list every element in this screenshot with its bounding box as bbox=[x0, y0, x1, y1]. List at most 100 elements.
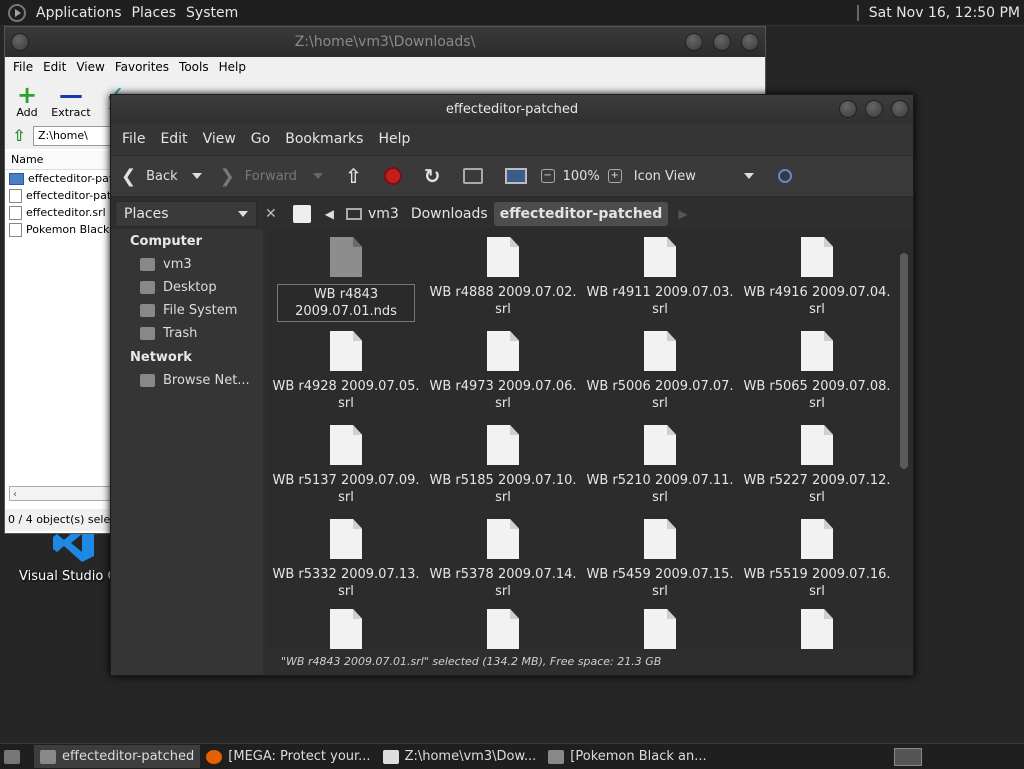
close-sidebar-icon[interactable]: ✕ bbox=[265, 206, 277, 222]
rename-field[interactable]: WB r4843 2009.07.01.nds bbox=[277, 284, 415, 322]
zip-menu-view[interactable]: View bbox=[76, 60, 104, 74]
zip-menu-edit[interactable]: Edit bbox=[43, 60, 66, 74]
reload-icon[interactable]: ↻ bbox=[424, 156, 441, 196]
taskbar-item-firefox[interactable]: [MEGA: Protect your... bbox=[200, 745, 376, 768]
drive-icon bbox=[140, 304, 155, 317]
file-item[interactable]: WB r5006 2009.07.07. srl bbox=[585, 331, 735, 412]
zip-horizontal-scrollbar[interactable]: ‹ bbox=[9, 486, 111, 501]
zoom-in-icon[interactable]: + bbox=[607, 169, 622, 183]
zoom-level[interactable]: 100% bbox=[563, 156, 600, 196]
zip-titlebar[interactable]: Z:\home\vm3\Downloads\ bbox=[5, 27, 765, 57]
file-item-renaming[interactable]: WB r4843 2009.07.01.nds bbox=[271, 237, 421, 322]
breadcrumb-current[interactable]: effecteditor-patched bbox=[493, 202, 669, 226]
zip-window-menu-button[interactable] bbox=[11, 33, 29, 51]
taskbar-item-7zip[interactable]: Z:\home\vm3\Dow... bbox=[377, 745, 543, 768]
up-button-icon[interactable]: ⇧ bbox=[345, 156, 362, 196]
file-item-partial[interactable] bbox=[585, 609, 735, 649]
file-item[interactable]: WB r5227 2009.07.12. srl bbox=[742, 425, 892, 506]
caja-menu-view[interactable]: View bbox=[203, 131, 236, 147]
search-icon[interactable] bbox=[777, 169, 792, 183]
caja-maximize-button[interactable] bbox=[865, 100, 883, 118]
zip-add-button[interactable]: + Add bbox=[5, 83, 49, 119]
edit-location-icon[interactable] bbox=[292, 205, 311, 223]
sidebar-type-select[interactable]: Places bbox=[115, 201, 257, 227]
forward-history-dropdown[interactable] bbox=[313, 173, 324, 179]
sidebar-item-browse-network[interactable]: Browse Net... bbox=[111, 369, 263, 392]
scrollbar-thumb[interactable] bbox=[900, 253, 908, 469]
zip-file-list[interactable]: Name effecteditor-patch effecteditor-pat… bbox=[5, 151, 111, 501]
up-arrow-icon[interactable]: ⇧ bbox=[9, 126, 29, 146]
file-item[interactable]: WB r5332 2009.07.13. srl bbox=[271, 519, 421, 600]
caja-menu-help[interactable]: Help bbox=[378, 131, 410, 147]
zip-menu-favorites[interactable]: Favorites bbox=[115, 60, 169, 74]
file-item[interactable]: WB r5137 2009.07.09. srl bbox=[271, 425, 421, 506]
caja-minimize-button[interactable] bbox=[839, 100, 857, 118]
home-folder-icon[interactable] bbox=[462, 168, 483, 184]
zip-menu-tools[interactable]: Tools bbox=[179, 60, 209, 74]
zip-close-button[interactable] bbox=[741, 33, 759, 51]
menu-logo-icon[interactable] bbox=[8, 3, 26, 22]
breadcrumb-downloads[interactable]: Downloads bbox=[405, 202, 494, 226]
back-button[interactable]: ❮ Back bbox=[121, 156, 178, 196]
workspace-switcher-icon[interactable] bbox=[894, 748, 922, 766]
sidebar-item-vm3[interactable]: vm3 bbox=[111, 253, 263, 276]
menu-places[interactable]: Places bbox=[132, 5, 177, 21]
show-desktop-icon[interactable] bbox=[4, 749, 20, 764]
file-item-partial[interactable] bbox=[271, 609, 421, 649]
file-item[interactable]: WB r4973 2009.07.06. srl bbox=[428, 331, 578, 412]
file-item[interactable]: WB r5185 2009.07.10. srl bbox=[428, 425, 578, 506]
stop-icon[interactable] bbox=[383, 167, 402, 185]
file-item[interactable]: WB r4888 2009.07.02. srl bbox=[428, 237, 578, 318]
menu-applications[interactable]: Applications bbox=[36, 5, 122, 21]
zip-minimize-button[interactable] bbox=[685, 33, 703, 51]
menu-system[interactable]: System bbox=[186, 5, 238, 21]
caja-menu-edit[interactable]: Edit bbox=[160, 131, 187, 147]
sidebar-item-trash[interactable]: Trash bbox=[111, 322, 263, 345]
vertical-scrollbar[interactable] bbox=[899, 239, 909, 647]
caja-menu-go[interactable]: Go bbox=[251, 131, 270, 147]
list-item[interactable]: Pokemon Black an bbox=[5, 221, 111, 238]
file-name-line: WB r5210 2009.07.11. bbox=[586, 473, 734, 488]
taskbar-item-caja[interactable]: effecteditor-patched bbox=[34, 745, 201, 768]
view-mode-label: Icon View bbox=[633, 168, 696, 184]
caja-menu-file[interactable]: File bbox=[122, 131, 145, 147]
caja-titlebar[interactable]: effecteditor-patched bbox=[111, 95, 913, 123]
file-item[interactable]: WB r5065 2009.07.08. srl bbox=[742, 331, 892, 412]
sidebar-item-file-system[interactable]: File System bbox=[111, 299, 263, 322]
breadcrumb-vm3[interactable]: vm3 bbox=[362, 202, 405, 226]
zip-maximize-button[interactable] bbox=[713, 33, 731, 51]
vscode-label[interactable]: Visual Studio Co bbox=[19, 569, 125, 584]
taskbar-item-pokemon[interactable]: [Pokemon Black an... bbox=[542, 745, 712, 768]
forward-button[interactable]: ❯ Forward bbox=[220, 156, 297, 196]
zip-menu-file[interactable]: File bbox=[13, 60, 33, 74]
breadcrumb-right-icon[interactable]: ▶ bbox=[678, 207, 687, 221]
file-manager-window[interactable]: effecteditor-patched File Edit View Go B… bbox=[110, 94, 914, 676]
zoom-out-icon[interactable]: − bbox=[540, 169, 555, 183]
caja-close-button[interactable] bbox=[891, 100, 909, 118]
list-item[interactable]: effecteditor-patch bbox=[5, 187, 111, 204]
scroll-left-icon[interactable]: ‹ bbox=[13, 489, 17, 500]
panel-clock[interactable]: Sat Nov 16, 12:50 PM bbox=[869, 5, 1020, 21]
zip-extract-button[interactable]: — Extract bbox=[49, 83, 93, 119]
list-item[interactable]: effecteditor.srl bbox=[5, 204, 111, 221]
file-item[interactable]: WB r4928 2009.07.05. srl bbox=[271, 331, 421, 412]
file-item-partial[interactable] bbox=[428, 609, 578, 649]
view-mode-select[interactable]: Icon View bbox=[634, 156, 754, 196]
file-item[interactable]: WB r5210 2009.07.11. srl bbox=[585, 425, 735, 506]
sidebar-item-desktop[interactable]: Desktop bbox=[111, 276, 263, 299]
file-item[interactable]: WB r5378 2009.07.14. srl bbox=[428, 519, 578, 600]
computer-icon[interactable] bbox=[504, 168, 527, 184]
file-item[interactable]: WB r4911 2009.07.03. srl bbox=[585, 237, 735, 318]
file-icon-view[interactable]: WB r4843 2009.07.01.nds WB r4888 2009.07.0… bbox=[267, 229, 913, 649]
file-item[interactable]: WB r5519 2009.07.16. srl bbox=[742, 519, 892, 600]
file-item[interactable]: WB r5459 2009.07.15. srl bbox=[585, 519, 735, 600]
breadcrumb-left-icon[interactable]: ◀ bbox=[325, 207, 334, 221]
zip-menu-help[interactable]: Help bbox=[219, 60, 246, 74]
file-item[interactable]: WB r4916 2009.07.04. srl bbox=[742, 237, 892, 318]
list-item[interactable]: effecteditor-patch bbox=[5, 170, 111, 187]
zip-column-name[interactable]: Name bbox=[5, 151, 111, 170]
file-icon bbox=[644, 237, 676, 277]
back-history-dropdown[interactable] bbox=[191, 173, 202, 179]
file-item-partial[interactable] bbox=[742, 609, 892, 649]
caja-menu-bookmarks[interactable]: Bookmarks bbox=[285, 131, 363, 147]
